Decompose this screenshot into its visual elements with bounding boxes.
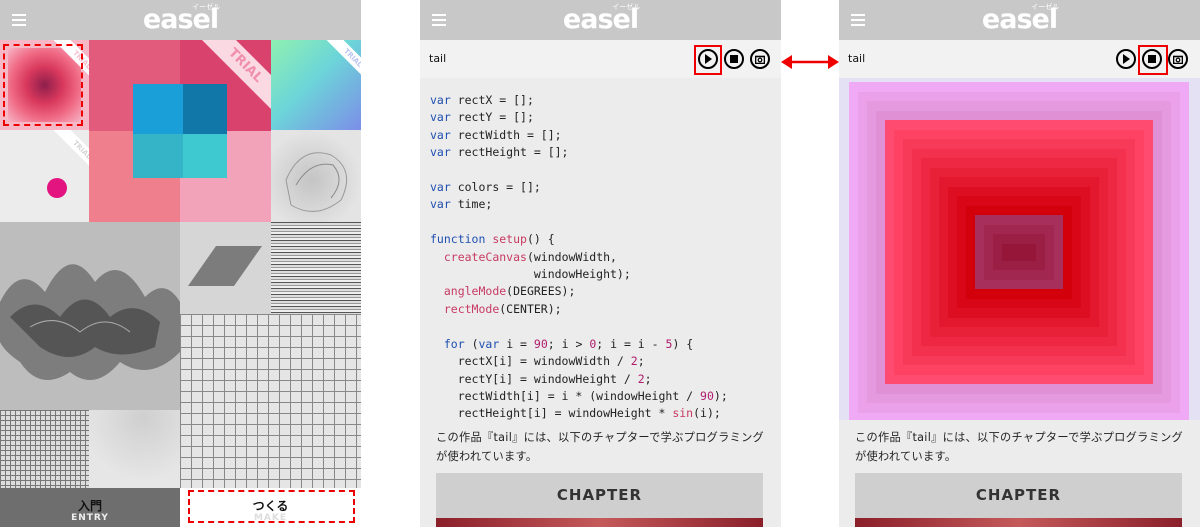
code-line: rectMode(CENTER); xyxy=(443,301,562,316)
easel-logo[interactable]: easel イーゼル xyxy=(563,3,640,35)
chapter-description: この作品『tail』には、以下のチャプターで学ぶプログラミングが使われています。 xyxy=(436,431,765,463)
artwork-tile-squares[interactable]: TRIAL xyxy=(89,40,271,222)
easel-logo[interactable]: easel イーゼル xyxy=(982,3,1059,35)
artwork-tile-sketch[interactable] xyxy=(271,130,361,222)
stop-icon xyxy=(730,55,738,63)
camera-button[interactable] xyxy=(1168,49,1188,69)
code-line: windowHeight); xyxy=(430,267,631,282)
camera-icon xyxy=(755,55,765,64)
chapter-info: この作品『tail』には、以下のチャプターで学ぶプログラミングが使われています。… xyxy=(839,420,1200,527)
chapter-thumbnail[interactable] xyxy=(436,518,763,527)
code-line: var rectWidth = []; xyxy=(430,127,562,142)
artwork-tile-soft[interactable] xyxy=(89,410,180,488)
code-line: function setup() { xyxy=(430,232,555,247)
trial-ribbon: TRIAL xyxy=(49,130,89,183)
double-headed-arrow-icon xyxy=(781,55,839,69)
artwork-tile-terrain[interactable] xyxy=(0,222,180,410)
top-bar: easel イーゼル xyxy=(0,0,361,40)
hamburger-menu-icon[interactable] xyxy=(851,14,865,26)
highlight-make-tab xyxy=(188,490,355,523)
easel-logo[interactable]: easel イーゼル xyxy=(143,3,220,35)
artwork-tile-dot[interactable]: TRIAL xyxy=(0,130,89,222)
chapter-heading: CHAPTER xyxy=(436,473,763,518)
hamburger-menu-icon[interactable] xyxy=(12,14,26,26)
highlight-stop-button xyxy=(1138,45,1168,75)
sketch-header: tail xyxy=(839,40,1200,78)
camera-icon xyxy=(1173,55,1183,64)
code-line: var time; xyxy=(430,197,493,212)
artwork-tile-grid[interactable] xyxy=(180,314,361,488)
artwork-tile-mesh[interactable] xyxy=(0,410,89,488)
code-line: angleMode(DEGREES); xyxy=(443,284,576,299)
highlight-tail-tile xyxy=(3,44,83,126)
artwork-tile-gradient[interactable]: TRIAL xyxy=(271,40,361,130)
play-icon xyxy=(1123,54,1130,64)
code-line: var rectX = []; xyxy=(430,93,534,107)
chapter-thumbnail[interactable] xyxy=(855,518,1182,527)
artwork-tile-lines[interactable] xyxy=(271,222,361,314)
code-editor[interactable]: var rectX = []; var rectY = []; var rectWi… xyxy=(420,78,781,420)
highlight-play-button xyxy=(694,45,722,75)
camera-button[interactable] xyxy=(750,49,770,69)
code-panel: easel イーゼル tail var rectX = []; var rectY … xyxy=(420,0,781,527)
hamburger-menu-icon[interactable] xyxy=(432,14,446,26)
run-panel: easel イーゼル tail この作品『tail』には、以下のチャプターで学ぶプ… xyxy=(839,0,1200,527)
trial-ribbon: TRIAL xyxy=(320,40,361,91)
code-line: createCanvas(windowWidth, xyxy=(443,249,617,264)
top-bar: easel イーゼル xyxy=(839,0,1200,40)
sketch-canvas[interactable] xyxy=(839,78,1200,420)
chapter-info: この作品『tail』には、以下のチャプターで学ぶプログラミングが使われています。… xyxy=(420,420,781,527)
sketch-title: tail xyxy=(429,52,447,65)
sketch-rect xyxy=(1002,243,1036,261)
code-line: for (var i = 90; i > 0; i = i - 5) { xyxy=(443,336,694,351)
chapter-heading: CHAPTER xyxy=(855,473,1182,518)
artwork-tile-parallelogram[interactable] xyxy=(180,222,271,314)
nav-entry[interactable]: 入門 ENTRY xyxy=(0,488,180,527)
stop-button[interactable] xyxy=(724,49,744,69)
code-line: rectHeight[i] = windowHeight * sin(i); xyxy=(430,406,721,420)
bottom-nav: 入門 ENTRY つくる MAKE xyxy=(0,488,361,527)
sketch-title: tail xyxy=(848,52,866,65)
code-line: rectWidth[i] = i * (windowHeight / 90); xyxy=(430,388,728,403)
code-line: rectX[i] = windowWidth / 2; xyxy=(430,354,645,369)
code-line: rectY[i] = windowHeight / 2; xyxy=(430,371,652,386)
code-line: var rectHeight = []; xyxy=(430,145,569,160)
gallery-panel: easel イーゼル TRIAL TRIAL TRIAL TRIAL 入門 EN… xyxy=(0,0,361,527)
top-bar: easel イーゼル xyxy=(420,0,781,40)
play-button[interactable] xyxy=(1116,49,1136,69)
code-line: var colors = []; xyxy=(430,180,541,195)
code-line: var rectY = []; xyxy=(430,110,534,125)
sketch-header: tail xyxy=(420,40,781,78)
chapter-description: この作品『tail』には、以下のチャプターで学ぶプログラミングが使われています。 xyxy=(855,431,1184,463)
